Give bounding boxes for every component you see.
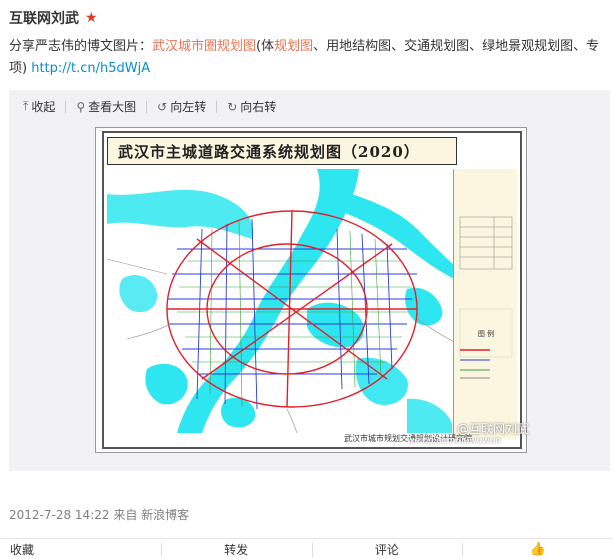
toolbar-divider	[216, 100, 218, 113]
road-network-map	[107, 169, 459, 433]
post-meta[interactable]: 2012-7-28 14:22 来自 新浪博客	[9, 506, 189, 523]
weibo-post: 互联网刘武 ★ 分享严志伟的博文图片：武汉城市圈规划图(体规划图、用地结构图、交…	[0, 0, 613, 559]
vip-star-icon: ★	[85, 10, 98, 26]
favorite-label: 收藏	[10, 542, 35, 557]
content-middle1: (体	[256, 39, 275, 54]
collapse-button[interactable]: ⤒ 收起	[23, 98, 55, 115]
view-large-button[interactable]: ⚲ 查看大图	[76, 98, 136, 115]
legend-lines	[460, 349, 490, 379]
favorite-button[interactable]: 收藏	[0, 539, 161, 559]
repost-label: 转发	[224, 542, 249, 557]
image-watermark-url: weibo.com/liuwuwuo	[407, 436, 501, 446]
content-prefix: 分享严志伟的博文图片：	[9, 39, 153, 54]
topic-link-plan[interactable]: 规划图	[274, 39, 313, 54]
thumbs-up-icon: 👍	[529, 541, 546, 557]
map-image[interactable]: 武汉市主城道路交通系统规划图（2020） 图 例 武汉市城市规划交通规划设计研究…	[95, 127, 527, 453]
comment-label: 评论	[374, 542, 399, 557]
post-content: 分享严志伟的博文图片：武汉城市圈规划图(体规划图、用地结构图、交通规划图、绿地景…	[9, 36, 607, 80]
comment-button[interactable]: 评论	[311, 539, 463, 559]
map-border: 武汉市主城道路交通系统规划图（2020） 图 例 武汉市城市规划交通规划设计研究…	[102, 131, 522, 449]
rotate-left-button[interactable]: ↺ 向左转	[157, 98, 206, 115]
post-header: 互联网刘武 ★	[9, 8, 98, 28]
author-name[interactable]: 互联网刘武	[9, 8, 79, 28]
rotate-left-label: 向左转	[170, 100, 207, 114]
rotate-right-label: 向右转	[240, 100, 277, 114]
collapse-label: 收起	[31, 100, 56, 114]
image-watermark: @互联网刘武	[457, 422, 530, 436]
short-url-link[interactable]: http://t.cn/h5dWjA	[31, 61, 150, 76]
topic-link-circle[interactable]: 武汉城市圈规划图	[152, 39, 256, 54]
arrow-up-icon: ⤒	[23, 99, 29, 113]
rotate-right-button[interactable]: ↻ 向右转	[227, 98, 276, 115]
media-panel: ⤒ 收起 ⚲ 查看大图 ↺ 向左转 ↻ 向右转 武汉市主城道路交通系统规划图（2…	[9, 90, 610, 471]
toolbar-divider	[146, 100, 148, 113]
view-large-label: 查看大图	[88, 100, 137, 114]
toolbar-divider	[65, 100, 67, 113]
repost-button[interactable]: 转发	[160, 539, 312, 559]
magnifier-icon: ⚲	[76, 99, 86, 114]
action-bar: 收藏 转发 评论 👍	[0, 538, 613, 559]
legend-panel: 图 例	[453, 169, 517, 439]
legend-title: 图 例	[477, 330, 495, 338]
map-title: 武汉市主城道路交通系统规划图（2020）	[107, 137, 457, 165]
like-button[interactable]: 👍	[462, 539, 613, 559]
rotate-right-icon: ↻	[227, 99, 238, 114]
media-toolbar: ⤒ 收起 ⚲ 查看大图 ↺ 向左转 ↻ 向右转	[23, 98, 286, 115]
rotate-left-icon: ↺	[157, 99, 168, 114]
